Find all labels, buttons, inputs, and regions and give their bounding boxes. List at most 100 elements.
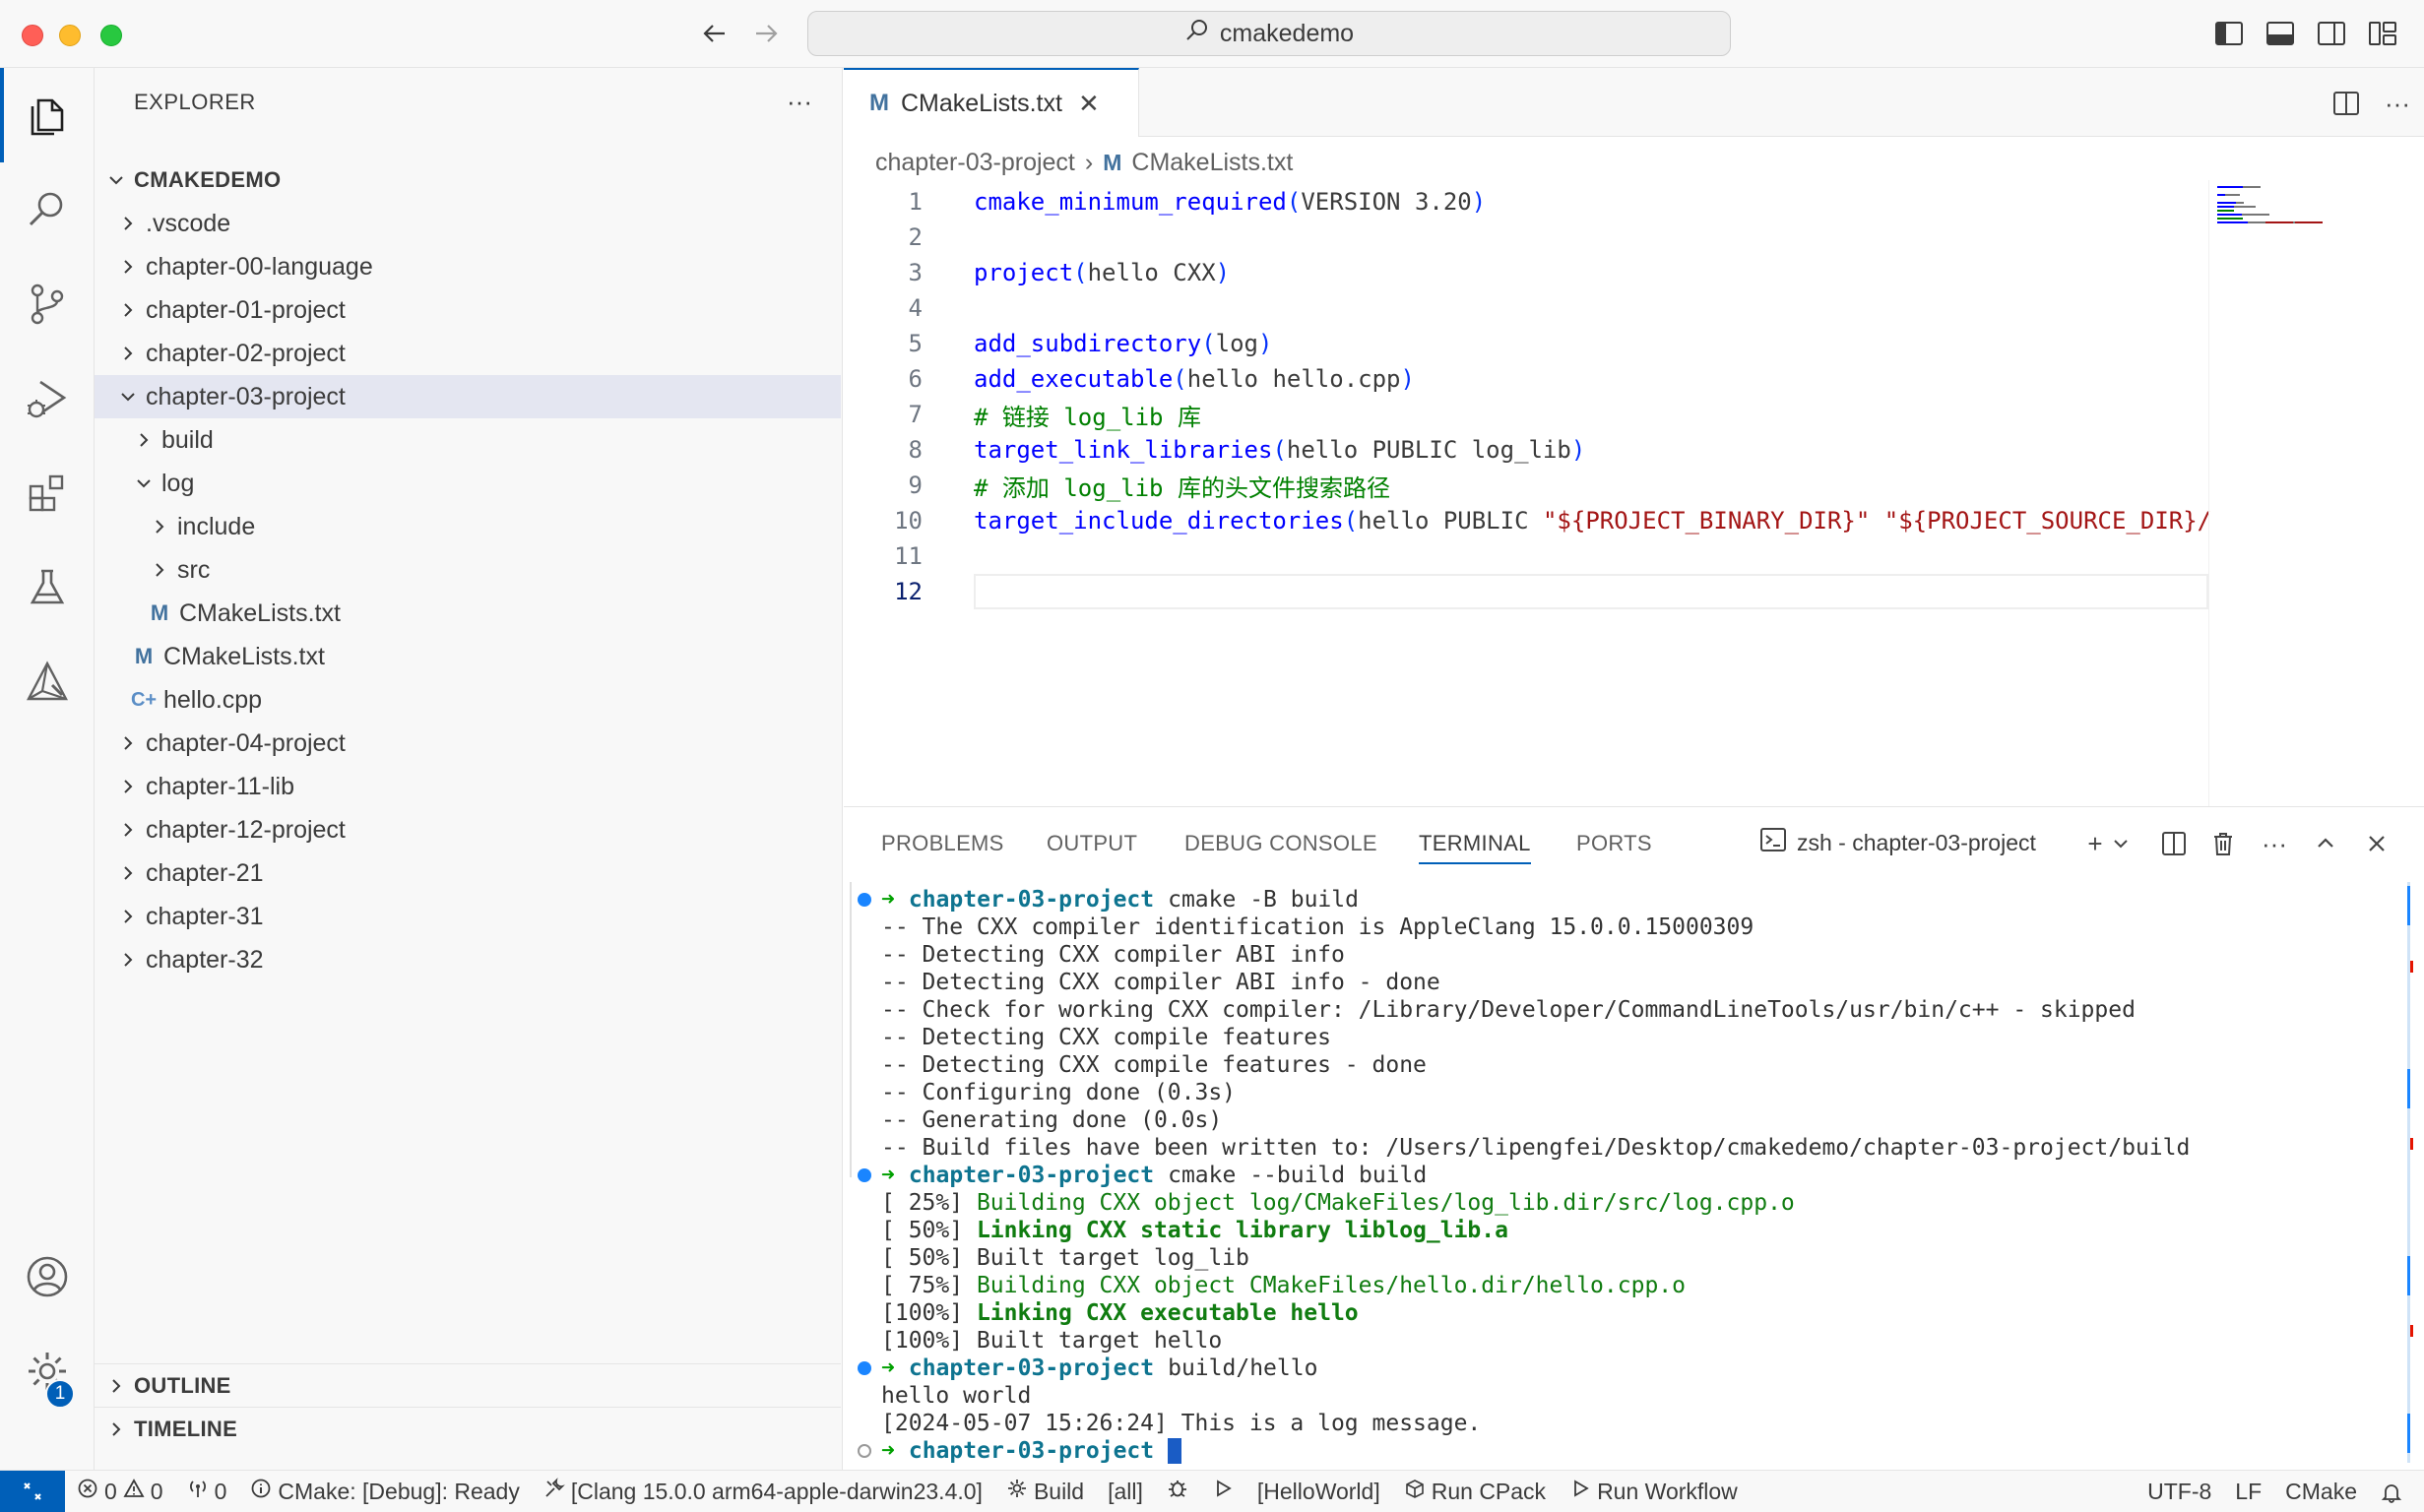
back-arrow-icon[interactable]	[695, 14, 734, 53]
minimap[interactable]	[2208, 180, 2395, 806]
tree-folder-item[interactable]: .vscode	[95, 202, 841, 245]
cmake-kit-selector[interactable]: [Clang 15.0.0 arm64-apple-darwin23.4.0]	[532, 1471, 994, 1512]
run-cpack-button[interactable]: Run CPack	[1392, 1471, 1558, 1512]
cmake-launch-target-selector[interactable]: [HelloWorld]	[1245, 1471, 1392, 1512]
cmake-icon[interactable]	[0, 635, 95, 729]
breadcrumb-file[interactable]: CMakeLists.txt	[1131, 149, 1293, 177]
toggle-primary-sidebar-icon[interactable]	[2211, 16, 2247, 51]
testing-flask-icon[interactable]	[0, 540, 95, 635]
tree-file-item[interactable]: M CMakeLists.txt	[95, 592, 841, 635]
line-content: project(hello CXX)	[974, 259, 1230, 286]
code-line[interactable]: 11	[844, 538, 2208, 574]
panel-tab-output[interactable]: OUTPUT	[1047, 831, 1137, 864]
code-editor[interactable]: 1 cmake_minimum_required(VERSION 3.20) 2 3 p…	[844, 180, 2211, 790]
cmake-run-button[interactable]	[1200, 1471, 1245, 1512]
code-line[interactable]: 4	[844, 290, 2208, 326]
eol-selector[interactable]: LF	[2223, 1471, 2273, 1512]
cmake-target-selector[interactable]: [all]	[1096, 1471, 1155, 1512]
breadcrumb: chapter-03-project › M CMakeLists.txt	[875, 145, 1293, 180]
search-icon[interactable]	[0, 162, 95, 257]
panel-tab-ports[interactable]: PORTS	[1576, 831, 1652, 864]
run-debug-icon[interactable]	[0, 351, 95, 446]
maximize-panel-chevron-up-icon[interactable]	[2307, 825, 2344, 862]
tree-folder-item[interactable]: chapter-03-project	[95, 375, 841, 418]
tree-folder-item[interactable]: chapter-02-project	[95, 332, 841, 375]
split-terminal-icon[interactable]	[2155, 825, 2193, 862]
cmake-debug-button[interactable]	[1155, 1471, 1200, 1512]
code-line[interactable]: 9 # 添加 log_lib 库的头文件搜索路径	[844, 468, 2208, 503]
notifications-bell-icon[interactable]	[2369, 1471, 2424, 1512]
window-minimize-button[interactable]	[59, 25, 81, 46]
code-line[interactable]: 3 project(hello CXX)	[844, 255, 2208, 290]
tree-folder-item[interactable]: include	[95, 505, 841, 548]
toggle-secondary-sidebar-icon[interactable]	[2314, 16, 2349, 51]
tree-folder-item[interactable]: chapter-11-lib	[95, 765, 841, 808]
cmake-build-button[interactable]: Build	[994, 1471, 1096, 1512]
cmake-status[interactable]: CMake: [Debug]: Ready	[238, 1471, 531, 1512]
tree-folder-item[interactable]: chapter-21	[95, 851, 841, 895]
forward-arrow-icon[interactable]	[746, 14, 786, 53]
run-workflow-button[interactable]: Run Workflow	[1558, 1471, 1750, 1512]
terminal-instance-selector[interactable]: zsh - chapter-03-project	[1759, 827, 2036, 858]
sidebar-more-actions-button[interactable]: ···	[780, 82, 819, 121]
tree-folder-item[interactable]: chapter-01-project	[95, 288, 841, 332]
code-line[interactable]: 1 cmake_minimum_required(VERSION 3.20)	[844, 184, 2208, 220]
tree-folder-item[interactable]: log	[95, 462, 841, 505]
tree-item-label: build	[161, 425, 214, 454]
command-decoration-icon[interactable]	[858, 1444, 871, 1458]
remote-indicator-icon[interactable]	[0, 1470, 65, 1512]
tree-file-item[interactable]: M CMakeLists.txt	[95, 635, 841, 678]
panel-more-actions-icon[interactable]: ···	[2256, 825, 2293, 862]
command-center-search[interactable]: cmakedemo	[807, 11, 1731, 56]
workspace-root-folder[interactable]: CMAKEDEMO	[95, 158, 841, 202]
tab-close-icon[interactable]: ✕	[1078, 89, 1100, 119]
tree-folder-item[interactable]: chapter-00-language	[95, 245, 841, 288]
terminal-scrollbar[interactable]	[2405, 882, 2413, 1471]
language-mode-selector[interactable]: CMake	[2273, 1471, 2369, 1512]
customize-layout-icon[interactable]	[2365, 16, 2400, 51]
tree-folder-item[interactable]: chapter-32	[95, 938, 841, 981]
tree-folder-item[interactable]: build	[95, 418, 841, 462]
tree-file-item[interactable]: C+ hello.cpp	[95, 678, 841, 722]
split-editor-icon[interactable]	[2327, 84, 2366, 123]
terminal[interactable]: ➜ chapter-03-project cmake -B build -- The …	[844, 882, 2380, 1471]
breadcrumb-folder[interactable]: chapter-03-project	[875, 149, 1075, 177]
tree-folder-item[interactable]: src	[95, 548, 841, 592]
panel-tab-problems[interactable]: PROBLEMS	[881, 831, 1004, 864]
source-control-icon[interactable]	[0, 257, 95, 351]
account-icon[interactable]	[0, 1229, 95, 1324]
toggle-panel-icon[interactable]	[2263, 16, 2298, 51]
code-line[interactable]: 6 add_executable(hello hello.cpp)	[844, 361, 2208, 397]
editor-more-actions-icon[interactable]: ···	[2378, 84, 2417, 123]
code-line[interactable]: 8 target_link_libraries(hello PUBLIC log_…	[844, 432, 2208, 468]
tree-folder-item[interactable]: chapter-04-project	[95, 722, 841, 765]
panel-tab-debug-console[interactable]: DEBUG CONSOLE	[1184, 831, 1377, 864]
window-maximize-button[interactable]	[100, 25, 122, 46]
timeline-section-header[interactable]: TIMELINE	[95, 1407, 841, 1450]
explorer-files-icon[interactable]	[0, 68, 95, 162]
code-line[interactable]: 2	[844, 220, 2208, 255]
outline-section-header[interactable]: OUTLINE	[95, 1363, 841, 1407]
ports-status[interactable]: 0	[175, 1471, 239, 1512]
settings-gear-icon[interactable]: 1	[0, 1324, 95, 1418]
code-line[interactable]: 5 add_subdirectory(log)	[844, 326, 2208, 361]
explorer-sidebar: EXPLORER ··· CMAKEDEMO .vscode chapter-00…	[95, 68, 843, 1470]
kill-terminal-trash-icon[interactable]	[2204, 825, 2242, 862]
terminal-profile-chevron-icon[interactable]	[2108, 825, 2134, 862]
cpack-label: Run CPack	[1431, 1478, 1547, 1504]
encoding-selector[interactable]: UTF-8	[2136, 1471, 2223, 1512]
code-line[interactable]: 10 target_include_directories(hello PUBLI…	[844, 503, 2211, 538]
editor-tab-cmakelists[interactable]: M CMakeLists.txt ✕	[844, 68, 1139, 137]
close-panel-icon[interactable]	[2358, 825, 2395, 862]
code-line[interactable]: 12	[844, 574, 2208, 609]
extensions-icon[interactable]	[0, 446, 95, 540]
command-decoration-icon[interactable]	[858, 1168, 871, 1182]
command-decoration-icon[interactable]	[858, 1361, 871, 1375]
tree-folder-item[interactable]: chapter-31	[95, 895, 841, 938]
code-line[interactable]: 7 # 链接 log_lib 库	[844, 397, 2208, 432]
tree-folder-item[interactable]: chapter-12-project	[95, 808, 841, 851]
command-decoration-icon[interactable]	[858, 893, 871, 907]
panel-tab-terminal[interactable]: TERMINAL	[1419, 831, 1531, 864]
problems-status[interactable]: 0 0	[65, 1471, 175, 1512]
window-close-button[interactable]	[22, 25, 43, 46]
